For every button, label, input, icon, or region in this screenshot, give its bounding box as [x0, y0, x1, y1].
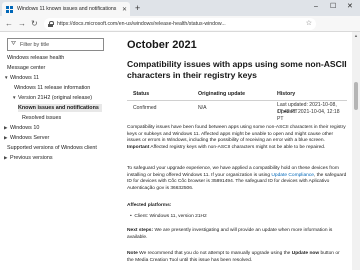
- table-header: Originating update: [198, 91, 246, 97]
- nav-item-label: Windows release health: [7, 55, 65, 61]
- note-label: Note: [127, 251, 138, 256]
- maximize-button[interactable]: ☐: [330, 2, 336, 11]
- status-cell: Confirmed: [133, 105, 157, 111]
- table-header: Status: [133, 91, 150, 97]
- affected-platform-text: Client: Windows 11, version 21H2: [134, 214, 207, 219]
- next-steps-paragraph: Next steps: We are presently investigati…: [127, 228, 347, 241]
- scroll-thumb[interactable]: [354, 82, 358, 110]
- forward-arrow-icon[interactable]: →: [18, 19, 26, 29]
- important-label: Important: [127, 144, 150, 150]
- nav-item-release-health[interactable]: Windows release health: [7, 54, 64, 62]
- close-window-button[interactable]: ✕: [347, 2, 353, 11]
- affected-platforms-label: Affected platforms:: [127, 203, 172, 208]
- important-text: Affected registry keys with non-ASCII ch…: [149, 144, 326, 150]
- nav-item-windows-11[interactable]: ▼ Windows 11: [4, 74, 39, 82]
- affected-platform-item: • Client: Windows 11, version 21H2: [130, 214, 207, 219]
- safeguard-paragraph: To safeguard your upgrade experience, we…: [127, 166, 347, 192]
- url-text[interactable]: https://docs.microsoft.com/en-us/windows…: [57, 21, 289, 27]
- update-now-label: Update now: [291, 251, 320, 256]
- nav-item-resolved-issues[interactable]: Resolved issues: [22, 114, 61, 122]
- issue-description: Compatibility issues have been found bet…: [127, 125, 347, 151]
- table-header: History: [277, 91, 296, 97]
- browser-tab[interactable]: Windows 11 known issues and notification…: [2, 2, 130, 16]
- issue-title: Compatibility issues with apps using som…: [127, 59, 347, 80]
- nav-item-label: Known issues and notifications: [18, 105, 99, 111]
- nav-item-message-center[interactable]: Message center: [7, 64, 45, 72]
- nav-item-label: Windows 11 release information: [14, 85, 91, 91]
- nav-item-label: Message center: [7, 65, 46, 71]
- update-compliance-link[interactable]: Update Compliance: [271, 173, 314, 178]
- left-nav: ⛛ Windows release health Message center …: [0, 32, 112, 270]
- nav-item-supported-versions[interactable]: Supported versions of Windows client: [7, 144, 97, 152]
- page-scrollbar[interactable]: ▲: [352, 32, 360, 270]
- nav-item-label: Windows 11: [10, 75, 39, 81]
- nav-item-label: Windows 10: [10, 125, 40, 131]
- back-arrow-icon[interactable]: ←: [5, 19, 13, 29]
- affected-platforms-heading: Affected platforms:: [127, 203, 347, 210]
- scroll-up-icon[interactable]: ▲: [354, 33, 358, 38]
- history-opened: Opened: 2021-10-04, 12:18 PT: [277, 109, 340, 122]
- new-tab-button[interactable]: +: [135, 3, 140, 13]
- nav-item-known-issues[interactable]: Known issues and notifications: [18, 104, 102, 112]
- tab-close-icon[interactable]: ✕: [122, 6, 127, 13]
- nav-item-previous-versions[interactable]: ▶ Previous versions: [4, 154, 53, 162]
- nav-item-label: Resolved issues: [22, 115, 62, 121]
- table-row: Confirmed N/A Last updated: 2021-10-08, …: [127, 101, 347, 122]
- nav-item-win11-release-info[interactable]: Windows 11 release information: [14, 84, 90, 92]
- tab-title: Windows 11 known issues and notification…: [17, 6, 117, 12]
- description-text: Compatibility issues have been found bet…: [127, 125, 346, 143]
- nav-item-label: Supported versions of Windows client: [7, 145, 97, 151]
- url-field[interactable]: https://docs.microsoft.com/en-us/windows…: [44, 18, 316, 30]
- reload-icon[interactable]: ↻: [31, 19, 38, 29]
- nav-item-label: Version 21H2 (original release): [18, 95, 93, 101]
- nav-item-windows-server[interactable]: ▶ Windows Server: [4, 134, 49, 142]
- filter-input[interactable]: [20, 41, 101, 48]
- note-paragraph: Note We recommend that you do not attemp…: [127, 251, 347, 264]
- main-content: October 2021 Compatibility issues with a…: [112, 32, 350, 270]
- address-bar: ← → ↻ https://docs.microsoft.com/en-us/w…: [0, 16, 360, 32]
- microsoft-logo-icon: [6, 5, 13, 13]
- filter-icon: ⛛: [11, 41, 17, 47]
- favorite-star-icon[interactable]: ☆: [306, 19, 312, 27]
- minimize-button[interactable]: –: [314, 2, 318, 11]
- browser-tab-bar: Windows 11 known issues and notification…: [0, 0, 360, 16]
- table-header-row: Status Originating update History: [127, 89, 347, 101]
- nav-item-label: Windows Server: [10, 135, 50, 141]
- nav-item-label: Previous versions: [10, 155, 53, 161]
- lock-icon[interactable]: [48, 21, 54, 27]
- next-steps-text: We are presently investigating and will …: [127, 228, 333, 240]
- filter-box[interactable]: ⛛: [7, 38, 104, 51]
- nav-item-version-21h2[interactable]: ▼ Version 21H2 (original release): [12, 94, 92, 102]
- status-table: Status Originating update History Confir…: [127, 89, 347, 122]
- note-text: We recommend that you do not attempt to …: [137, 251, 292, 256]
- next-steps-label: Next steps:: [127, 228, 154, 233]
- month-heading: October 2021: [127, 39, 197, 51]
- originating-update-cell: N/A: [198, 105, 207, 111]
- nav-item-windows-10[interactable]: ▶ Windows 10: [4, 124, 39, 132]
